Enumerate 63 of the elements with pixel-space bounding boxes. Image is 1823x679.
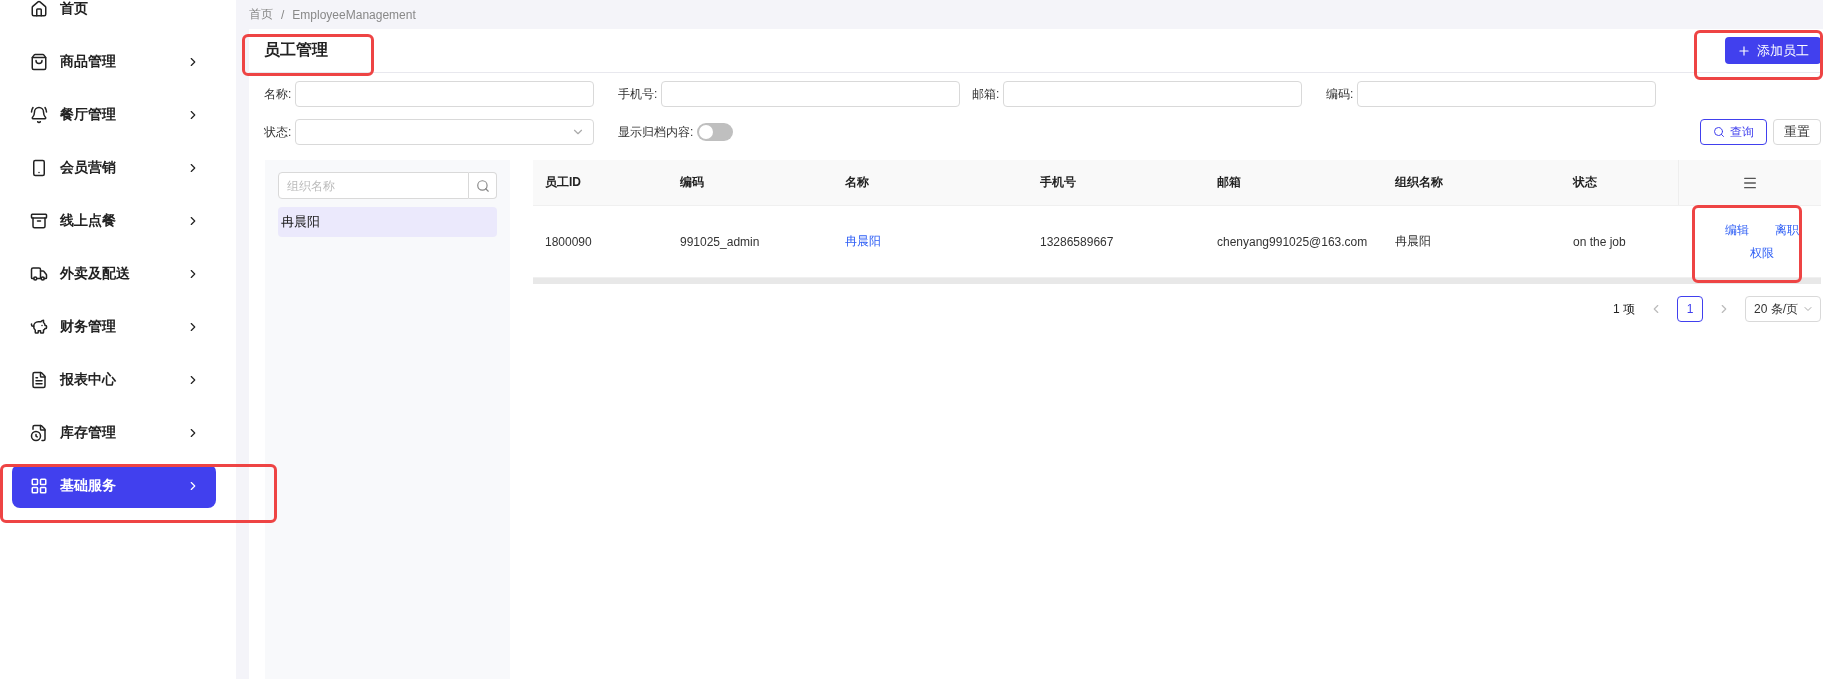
page-size-select[interactable]: 20 条/页 — [1745, 296, 1821, 322]
search-button[interactable]: 查询 — [1700, 119, 1767, 145]
search-icon — [475, 178, 490, 193]
table-cell-text: 冉晨阳 — [1394, 233, 1432, 250]
org-tree-item[interactable]: 冉晨阳 — [278, 207, 497, 237]
sidebar-item[interactable]: 库存管理 — [12, 411, 216, 455]
piggy-bank-icon — [30, 318, 48, 336]
sidebar-item[interactable]: 餐厅管理 — [12, 93, 216, 137]
action-link[interactable]: 离职 — [1774, 221, 1799, 239]
breadcrumb-separator: / — [281, 7, 285, 22]
sidebar-item[interactable]: 线上点餐 — [12, 199, 216, 243]
home-icon — [30, 0, 48, 18]
column-header: 编码 — [679, 174, 705, 191]
column-header: 邮箱 — [1216, 174, 1242, 191]
table-cell-text: chenyang991025@163.com — [1216, 234, 1369, 249]
search-icon — [1713, 126, 1725, 138]
search-button[interactable] — [469, 172, 497, 199]
plus-icon — [1737, 43, 1751, 58]
select-field[interactable] — [295, 119, 595, 145]
document-clock-icon — [30, 424, 48, 442]
phone-icon — [30, 159, 48, 177]
org-search-field[interactable]: 组织名称 — [278, 172, 469, 199]
grid-icon — [30, 477, 48, 495]
column-header: 状态 — [1571, 174, 1598, 191]
table-cell-text: 13286589667 — [1039, 234, 1115, 249]
table-cell-text: 1800090 — [544, 234, 593, 249]
sidebar-item[interactable]: 报表中心 — [12, 358, 216, 402]
total-count: 1 项 — [1612, 300, 1635, 318]
reset-button[interactable]: 重置 — [1773, 119, 1821, 145]
toggle-switch[interactable] — [697, 123, 734, 141]
sidebar-item[interactable]: 会员营销 — [12, 146, 216, 190]
filter-label: 名称: — [264, 85, 292, 103]
column-header: 手机号 — [1039, 174, 1077, 191]
sidebar-item[interactable]: 基础服务 — [12, 464, 216, 508]
filter-label: 显示归档内容: — [618, 123, 694, 141]
input-field[interactable] — [1003, 81, 1303, 107]
table-cell-text: 991025_admin — [679, 234, 761, 249]
filter-label: 手机号: — [618, 85, 658, 103]
action-link[interactable]: 编辑 — [1724, 221, 1749, 239]
sidebar-item[interactable]: 财务管理 — [12, 305, 216, 349]
input-field[interactable] — [661, 81, 961, 107]
box-icon — [30, 212, 48, 230]
column-header: 名称 — [844, 174, 870, 191]
table-cell-text: on the job — [1572, 234, 1627, 249]
input-field[interactable] — [295, 81, 595, 107]
sidebar-item[interactable]: 首页 — [12, 0, 216, 31]
input-field[interactable] — [1357, 81, 1657, 107]
column-header: 员工ID — [544, 174, 582, 191]
action-link[interactable]: 权限 — [1749, 244, 1774, 262]
bag-icon — [30, 53, 48, 71]
filter-label: 状态: — [264, 123, 292, 141]
column-header: 组织名称 — [1394, 174, 1444, 191]
filter-label: 编码: — [1326, 85, 1354, 103]
bell-icon — [30, 106, 48, 124]
add-employee-button[interactable]: 添加员工 — [1725, 37, 1821, 64]
truck-icon — [30, 265, 48, 283]
page-button[interactable]: 1 — [1677, 296, 1703, 322]
sidebar-item[interactable]: 商品管理 — [12, 40, 216, 84]
name-link[interactable]: 冉晨阳 — [833, 233, 1028, 250]
document-icon — [30, 371, 48, 389]
sidebar-item[interactable]: 外卖及配送 — [12, 252, 216, 296]
page-title: 员工管理 — [264, 40, 328, 60]
filter-label: 邮箱: — [972, 85, 1000, 103]
